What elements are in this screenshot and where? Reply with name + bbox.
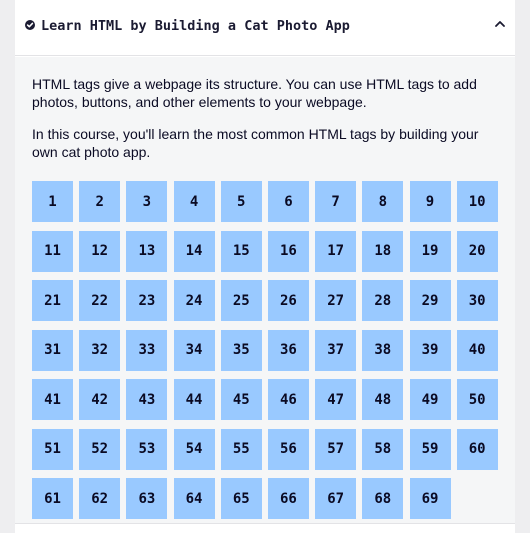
course-summary: In this course, you'll learn the most co… [32, 126, 479, 160]
step-button[interactable]: 53 [126, 428, 168, 470]
step-button[interactable]: 63 [126, 478, 168, 519]
step-button[interactable]: 52 [79, 428, 121, 470]
step-button[interactable]: 57 [315, 428, 357, 470]
step-button[interactable]: 26 [267, 280, 309, 321]
chevron-up-icon[interactable] [495, 20, 505, 27]
step-button[interactable]: 41 [32, 379, 73, 420]
step-button[interactable]: 44 [173, 379, 215, 420]
step-button[interactable]: 61 [32, 478, 73, 519]
course-content: HTML tags give a webpage its structure. … [15, 57, 515, 523]
step-button[interactable]: 58 [362, 428, 404, 470]
step-button[interactable]: 35 [220, 329, 262, 371]
step-button[interactable]: 16 [267, 230, 309, 272]
step-button[interactable]: 37 [315, 329, 357, 371]
step-button[interactable]: 1 [32, 181, 73, 222]
step-button[interactable]: 21 [32, 280, 73, 321]
course-block: Learn HTML by Building a Cat Photo App H… [15, 0, 515, 533]
step-button[interactable]: 22 [79, 280, 121, 321]
step-button[interactable]: 45 [220, 379, 262, 420]
step-grid: 1 2 3 4 5 6 7 8 9 10 11 12 13 14 15 16 17 18 19 20 21 22 23 24 2… [32, 181, 502, 519]
step-button[interactable]: 68 [362, 478, 404, 519]
step-button[interactable]: 50 [456, 379, 498, 420]
step-button[interactable]: 64 [173, 478, 215, 519]
step-button[interactable]: 67 [315, 478, 357, 519]
step-button[interactable]: 60 [456, 428, 498, 470]
step-button[interactable]: 51 [32, 428, 73, 470]
step-button[interactable]: 11 [32, 230, 73, 272]
step-button[interactable]: 59 [409, 428, 451, 470]
step-button[interactable]: 32 [79, 329, 121, 371]
course-header[interactable]: Learn HTML by Building a Cat Photo App [15, 0, 515, 56]
step-button[interactable]: 66 [267, 478, 309, 519]
step-button[interactable]: 6 [267, 181, 309, 222]
step-button[interactable]: 69 [409, 478, 451, 519]
step-button[interactable]: 55 [220, 428, 262, 470]
step-button[interactable]: 8 [362, 181, 404, 222]
step-button[interactable]: 23 [126, 280, 168, 321]
step-button[interactable]: 13 [126, 230, 168, 272]
step-button[interactable]: 36 [267, 329, 309, 371]
step-button[interactable]: 15 [220, 230, 262, 272]
step-button[interactable]: 28 [362, 280, 404, 321]
step-button[interactable]: 49 [409, 379, 451, 420]
step-button[interactable]: 46 [267, 379, 309, 420]
step-button[interactable]: 19 [409, 230, 451, 272]
step-button[interactable]: 40 [456, 329, 498, 371]
step-button[interactable]: 20 [456, 230, 498, 272]
step-button[interactable]: 12 [79, 230, 121, 272]
step-button[interactable]: 56 [267, 428, 309, 470]
step-button[interactable]: 34 [173, 329, 215, 371]
step-button[interactable]: 30 [456, 280, 498, 321]
step-button[interactable]: 33 [126, 329, 168, 371]
step-button[interactable]: 10 [456, 181, 498, 222]
step-button[interactable]: 18 [362, 230, 404, 272]
step-button[interactable]: 54 [173, 428, 215, 470]
course-description: HTML tags give a webpage its structure. … [32, 76, 477, 110]
step-button[interactable]: 27 [315, 280, 357, 321]
step-button[interactable]: 65 [220, 478, 262, 519]
divider [15, 523, 515, 524]
step-button[interactable]: 24 [173, 280, 215, 321]
step-button[interactable]: 29 [409, 280, 451, 321]
step-button[interactable]: 38 [362, 329, 404, 371]
step-button[interactable]: 5 [220, 181, 262, 222]
step-button[interactable]: 17 [315, 230, 357, 272]
step-button[interactable]: 42 [79, 379, 121, 420]
step-button[interactable]: 9 [409, 181, 451, 222]
course-title: Learn HTML by Building a Cat Photo App [41, 18, 350, 34]
step-button[interactable]: 43 [126, 379, 168, 420]
check-circle-icon [25, 20, 35, 30]
step-button[interactable]: 25 [220, 280, 262, 321]
step-button[interactable]: 14 [173, 230, 215, 272]
step-button[interactable]: 4 [173, 181, 215, 222]
step-button[interactable]: 7 [315, 181, 357, 222]
step-button[interactable]: 31 [32, 329, 73, 371]
step-button[interactable]: 3 [126, 181, 168, 222]
step-button[interactable]: 47 [315, 379, 357, 420]
step-button[interactable]: 39 [409, 329, 451, 371]
step-button[interactable]: 62 [79, 478, 121, 519]
step-button[interactable]: 48 [362, 379, 404, 420]
step-button[interactable]: 2 [79, 181, 121, 222]
